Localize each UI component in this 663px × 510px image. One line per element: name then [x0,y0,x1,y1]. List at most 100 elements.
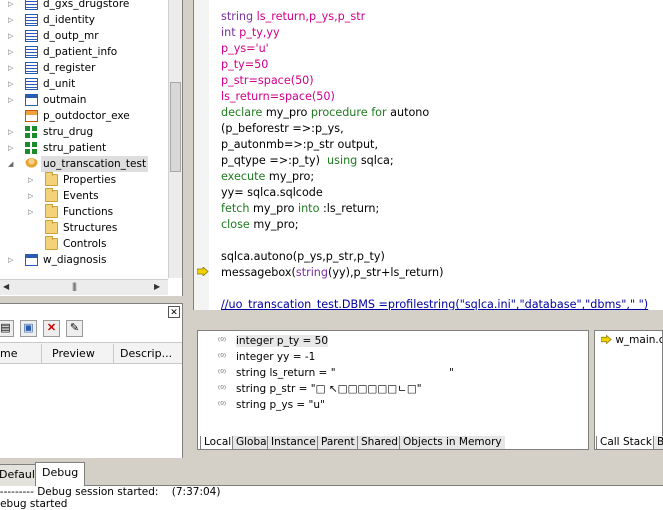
variable-row[interactable]: ⁽⁰⁾ string p_ys = "u" [218,397,325,413]
expand-icon[interactable]: ▷ [8,64,15,72]
tab-parent[interactable]: Parent [317,436,358,450]
tab-objects-in-memory[interactable]: Objects in Memory [399,436,505,450]
expand-icon[interactable]: ▷ [8,16,15,24]
code-token: sqlca.autono(p_ys,p_str,p_ty) [221,250,385,263]
code-line[interactable]: (p_beforestr =>:p_ys, [221,121,661,137]
tree-item[interactable]: ▷ Functions [0,204,168,220]
tree-item[interactable]: ▷ d_gxs_drugstore [0,0,168,12]
collapse-icon[interactable]: ◢ [8,160,15,168]
variable-icon: ⁽⁰⁾ [218,401,227,411]
tree-item[interactable]: ▷ outmain [0,92,168,108]
code-line[interactable]: //uo_transcation_test.DBMS =profilestrin… [221,297,661,310]
code-content[interactable]: string ls_return,p_ys,p_str int p_ty,yy p_… [221,9,661,310]
tree-item[interactable]: ▷ d_patient_info [0,44,168,60]
column-header-preview[interactable]: Preview [52,347,95,360]
tree-item[interactable]: ◢ uo_transcation_test [0,156,168,172]
tab-debug[interactable]: Debug [35,462,86,487]
code-line[interactable]: declare my_pro procedure for autono [221,105,661,121]
datawindow-icon [25,30,38,42]
tree-item[interactable]: ▷ d_identity [0,12,168,28]
variable-row[interactable]: ⁽⁰⁾ integer p_ty = 50 [218,333,329,349]
code-token: string [221,10,254,23]
code-line[interactable]: int p_ty,yy [221,25,661,41]
expand-icon[interactable]: ▷ [8,144,15,152]
vertical-splitter[interactable] [183,0,193,462]
code-line[interactable] [221,281,661,297]
code-token: //uo_transcation_test.DBMS =profilestrin… [221,298,649,310]
debugger-window: ▷ d_gxs_drugstore ▷ d_identity ▷ d_outp_mr ▷ d_… [0,0,663,510]
tree-vscroll-thumb[interactable] [170,82,181,172]
code-token: ls_return,p_ys,p_str [253,10,366,23]
expand-icon[interactable]: ▷ [28,192,35,200]
code-line[interactable]: p_str=space(50) [221,73,661,89]
editor-gutter[interactable] [194,0,209,310]
code-line[interactable]: sqlca.autono(p_ys,p_str,p_ty) [221,249,661,265]
scroll-right-icon[interactable]: ▶ [154,282,160,291]
expand-icon[interactable]: ▷ [8,128,15,136]
tab-breakpoints[interactable]: Br [653,436,663,450]
datawindow-icon [25,78,38,90]
code-token: procedure for [310,106,387,119]
code-line[interactable]: p_autonmb=>:p_str output, [221,137,661,153]
scroll-left-icon[interactable]: ◀ [3,282,9,291]
expand-icon[interactable]: ▷ [8,0,15,8]
code-token: p_autonmb=>:p_str output, [221,138,379,151]
code-line[interactable]: ls_return=space(50) [221,89,661,105]
variable-row[interactable]: ⁽⁰⁾ string ls_return = " " [218,365,454,381]
tab-local[interactable]: Local [200,436,235,450]
close-panel-button[interactable]: ✕ [168,306,180,318]
expand-icon[interactable]: ▷ [8,96,15,104]
expand-icon[interactable]: ▷ [8,48,15,56]
tree-horizontal-scrollbar[interactable]: ◀ ||| ▶ [0,279,168,295]
variable-row[interactable]: ⁽⁰⁾ string p_str = "□ ↖□□□□□□ㄴ□" [218,381,422,397]
tree-item[interactable]: ▷ w_diagnosis [0,252,168,268]
tree-item[interactable]: Structures [0,220,168,236]
variable-row[interactable]: ⁽⁰⁾ integer yy = -1 [218,349,315,365]
code-line[interactable]: execute my_pro; [221,169,661,185]
tab-call-stack[interactable]: Call Stack [596,436,656,450]
code-line[interactable]: fetch my_pro into :ls_return; [221,201,661,217]
tree-item[interactable]: p_outdoctor_exe [0,108,168,124]
expand-icon[interactable]: ▷ [8,80,15,88]
toggle-icon[interactable]: ▣ [20,320,37,337]
code-line[interactable]: close my_pro; [221,217,661,233]
scroll-grip-icon[interactable]: ||| [72,281,77,291]
tree-item[interactable]: ▷ Events [0,188,168,204]
expand-icon[interactable]: ▷ [28,208,35,216]
code-token: string [295,266,328,279]
expand-icon[interactable]: ▷ [8,256,15,264]
tree-item[interactable]: ▷ d_outp_mr [0,28,168,44]
tab-instance[interactable]: Instance [267,436,319,450]
tree-item[interactable]: ▷ Properties [0,172,168,188]
column-header-description[interactable]: Descrip... [120,347,172,360]
code-token: (p_beforestr =>:p_ys, [221,122,344,135]
code-line[interactable]: string ls_return,p_ys,p_str [221,9,661,25]
tree-item[interactable]: ▷ stru_drug [0,124,168,140]
script-editor[interactable]: string ls_return,p_ys,p_str int p_ty,yy p_… [193,0,663,310]
expand-icon[interactable]: ▷ [8,32,15,40]
code-line[interactable]: p_qtype =>:p_ty) using sqlca; [221,153,661,169]
tree-item[interactable]: ▷ d_unit [0,76,168,92]
column-divider[interactable] [113,344,114,363]
code-line[interactable]: p_ty=50 [221,57,661,73]
delete-icon[interactable]: ✕ [43,320,60,337]
tab-shared[interactable]: Shared [357,436,401,450]
tree-item[interactable]: ▷ d_register [0,60,168,76]
window-icon [25,94,38,106]
call-stack-entry[interactable]: w_main.c [600,334,662,346]
code-line[interactable]: p_ys='u' [221,41,661,57]
output-panel[interactable]: ---------- Debug session started: (7:37:… [0,486,663,510]
copy-icon[interactable]: ▤ [0,320,14,337]
tree-item[interactable]: ▷ stru_patient [0,140,168,156]
column-divider[interactable] [41,344,42,363]
edit-icon[interactable]: ✎ [66,320,83,337]
call-stack-tabs: Call Stack Br [596,436,663,451]
code-line[interactable]: yy= sqlca.sqlcode [221,185,661,201]
column-header-name[interactable]: me [0,347,17,360]
code-token: autono [386,106,430,119]
tree-item[interactable]: Controls [0,236,168,252]
expand-icon[interactable]: ▷ [28,176,35,184]
code-line[interactable] [221,233,661,249]
code-line[interactable]: messagebox(string(yy),p_str+ls_return) [221,265,661,281]
tree-vertical-scrollbar[interactable] [168,0,182,278]
